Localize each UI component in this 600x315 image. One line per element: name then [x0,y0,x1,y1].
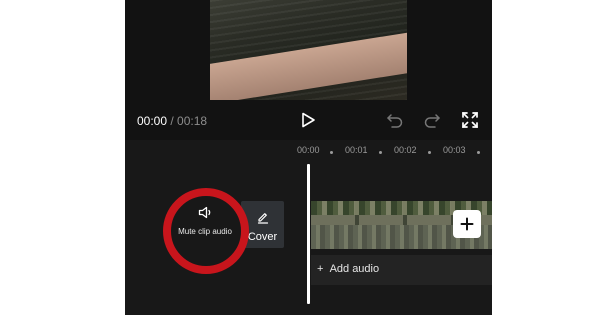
add-audio-label: + Add audio [317,263,379,275]
ruler-tick-label: 00:02 [394,145,417,155]
ruler-tick-label: 00:01 [345,145,368,155]
time-separator: / [167,114,178,128]
add-audio-button[interactable]: + Add audio [311,255,492,285]
ruler-dot [477,151,480,154]
ruler-dot [379,151,382,154]
fullscreen-icon[interactable] [460,110,480,130]
time-display: 00:00 / 00:18 [137,114,207,128]
mute-clip-label: Mute clip audio [178,227,232,236]
total-time: 00:18 [177,114,208,128]
mute-clip-audio-button[interactable]: Mute clip audio [169,203,241,253]
add-audio-plus: + [317,263,324,275]
video-preview[interactable] [210,0,407,100]
speaker-icon [198,206,213,224]
edit-icon [257,211,269,229]
redo-icon[interactable] [422,110,442,130]
ruler-dot [330,151,333,154]
video-editor: 00:00 / 00:18 00:00 00:01 00:02 00:03 Mu… [125,0,492,315]
playhead[interactable] [307,164,310,304]
play-icon[interactable] [298,110,318,130]
cover-button[interactable]: Cover [241,201,284,248]
timeline-panel: 00:00 00:01 00:02 00:03 Mute clip audio … [125,140,492,315]
plus-icon [460,217,474,231]
current-time: 00:00 [137,114,168,128]
add-audio-text: Add audio [329,263,380,275]
ruler-tick-label: 00:00 [297,145,320,155]
ruler-dot [428,151,431,154]
playback-controls: 00:00 / 00:18 [125,100,492,140]
ruler-tick-label: 00:03 [443,145,466,155]
cover-label: Cover [247,231,278,243]
add-clip-button[interactable] [453,210,481,238]
undo-icon[interactable] [385,110,405,130]
